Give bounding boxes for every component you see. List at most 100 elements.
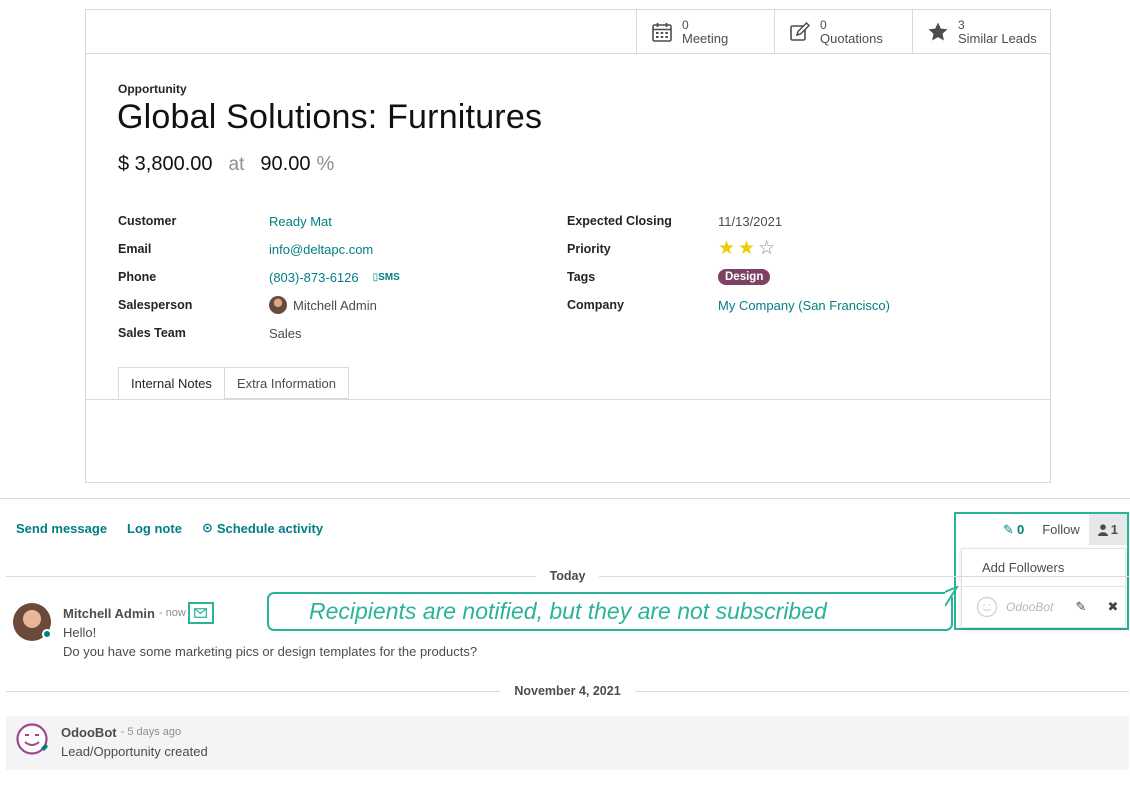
star-icon [928,22,948,40]
schedule-activity-button[interactable]: ⊙ Schedule activity [202,520,323,536]
date-separator-nov: November 4, 2021 [6,684,1129,698]
envelope-icon[interactable] [187,602,214,624]
left-field-group: Customer Ready Mat Email info@deltapc.co… [118,207,400,347]
tags-row: Tags Design [567,263,890,291]
quotations-count: 0 [820,17,827,32]
paperclip-icon: ✎ [1003,521,1014,537]
message-content: OdooBot - 5 days ago Lead/Opportunity cr… [61,722,208,770]
priority-star-3-icon[interactable]: ☆ [758,239,775,258]
date-line-left [6,575,536,577]
tag-design[interactable]: Design [718,269,771,285]
phone-row: Phone (803)-873-6126 ▯SMS [118,263,400,291]
quotations-label: Quotations [820,30,883,46]
sales-team-value[interactable]: Sales [269,326,302,341]
customer-link[interactable]: Ready Mat [269,214,332,229]
salesperson-row: Salesperson Mitchell Admin [118,291,400,319]
sms-label: SMS [378,271,400,283]
meeting-count: 0 [682,17,689,32]
email-link[interactable]: info@deltapc.com [269,242,373,257]
percent-sign: % [316,153,335,175]
followers-count: 1 [1110,522,1118,537]
customer-row: Customer Ready Mat [118,207,400,235]
odoobot-avatar[interactable] [15,722,49,756]
right-field-group: Expected Closing 11/13/2021 Priority ★ ★… [567,207,890,319]
message-time: - 5 days ago [120,726,182,738]
salesperson-avatar [269,296,287,314]
priority-stars: ★ ★ ☆ [718,239,775,258]
similar-leads-button[interactable]: 3 Similar Leads [912,10,1050,54]
tab-extra-information[interactable]: Extra Information [223,367,349,399]
priority-star-1-icon[interactable]: ★ [718,239,735,258]
sales-team-row: Sales Team Sales [118,319,400,347]
quotations-button[interactable]: 0 Quotations [774,10,912,54]
edit-icon [790,21,811,41]
meeting-button[interactable]: 0 Meeting [636,10,774,54]
date-line-left [6,690,501,692]
followers-toolbar: ✎ 0 Follow 1 [956,514,1127,545]
message-time: - now [158,607,186,619]
expected-closing-label: Expected Closing [567,214,672,228]
message-line-2: Do you have some marketing pics or desig… [63,644,478,659]
author-avatar[interactable] [13,603,52,641]
at-label: at [228,154,245,175]
customer-label: Customer [118,214,177,228]
online-status-icon [42,629,52,639]
message-item: Mitchell Admin - now Hello! Do you have … [6,602,1129,661]
schedule-activity-label: Schedule activity [216,520,324,536]
meeting-label: Meeting [682,30,729,46]
message-item: OdooBot - 5 days ago Lead/Opportunity cr… [6,716,1129,770]
tags-label: Tags [567,270,596,284]
priority-star-2-icon[interactable]: ★ [738,239,755,258]
attachments-button[interactable]: ✎ 0 [994,514,1033,545]
tabs-divider [86,399,1050,400]
email-row: Email info@deltapc.com [118,235,400,263]
priority-row: Priority ★ ★ ☆ [567,235,890,263]
sales-team-label: Sales Team [118,326,186,340]
expected-revenue[interactable]: $ 3,800.00 [118,153,213,176]
date-label-nov: November 4, 2021 [514,684,621,698]
expected-closing-value[interactable]: 11/13/2021 [718,214,782,229]
follow-button[interactable]: Follow [1033,514,1089,545]
followers-button[interactable]: 1 [1088,514,1127,545]
phone-link[interactable]: (803)-873-6126 [269,270,359,285]
company-link[interactable]: My Company (San Francisco) [718,298,890,313]
date-label-today: Today [549,569,586,583]
revenue-row: $ 3,800.00 at 90.00 % [118,153,334,176]
send-message-button[interactable]: Send message [16,520,107,536]
message-content: Mitchell Admin - now Hello! Do you have … [63,602,478,661]
header-divider [86,53,1050,54]
sms-button[interactable]: ▯SMS [373,272,400,283]
similar-leads-label: Similar Leads [958,30,1037,46]
message-line-1: Lead/Opportunity created [61,744,208,759]
salesperson-name: Mitchell Admin [293,297,377,313]
date-line-right [634,690,1129,692]
similar-leads-count: 3 [958,17,965,32]
attachments-count: 0 [1016,522,1025,537]
odoobot-icon [16,723,48,755]
tab-internal-notes[interactable]: Internal Notes [118,367,225,399]
message-author[interactable]: Mitchell Admin [63,606,155,621]
form-sheet: 0 Meeting 0 Quotations 3 Similar Leads O… [85,9,1051,483]
user-icon [1097,523,1108,536]
salesperson-value[interactable]: Mitchell Admin [269,296,377,314]
phone-value-group: (803)-873-6126 ▯SMS [269,270,400,285]
probability[interactable]: 90.00 [260,153,310,176]
salesperson-label: Salesperson [118,298,193,312]
date-line-right [599,575,1130,577]
message-author[interactable]: OdooBot [61,725,117,740]
smart-button-box: 0 Meeting 0 Quotations 3 Similar Leads [636,10,1050,54]
calendar-icon [652,22,672,42]
priority-label: Priority [567,242,611,256]
email-label: Email [118,242,152,256]
company-row: Company My Company (San Francisco) [567,291,890,319]
clock-icon: ⊙ [201,520,213,535]
message-line-1: Hello! [63,625,97,640]
phone-label: Phone [118,270,157,284]
tags-value: Design [718,269,771,285]
log-note-button[interactable]: Log note [127,520,182,536]
record-kind: Opportunity [118,82,187,96]
date-separator-today: Today [6,569,1130,583]
record-title[interactable]: Global Solutions: Furnitures [117,98,542,137]
chatter-topbar: Send message Log note ⊙ Schedule activit… [16,520,323,536]
company-label: Company [567,298,624,312]
